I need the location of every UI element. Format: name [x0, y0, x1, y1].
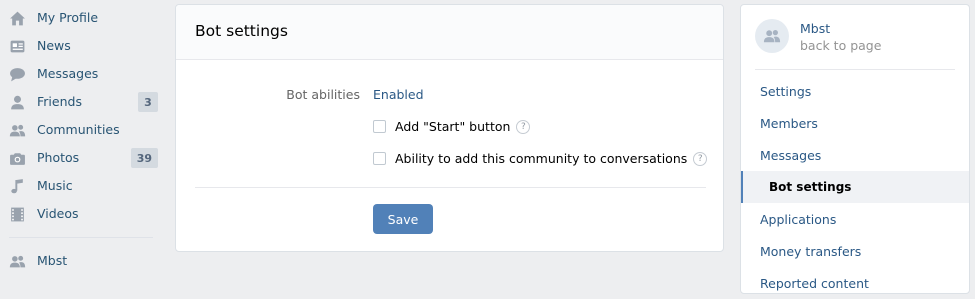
menu-item-bot-settings[interactable]: Bot settings [741, 171, 969, 203]
back-to-page-link[interactable]: back to page [800, 38, 881, 53]
menu-item-label: Messages [760, 147, 822, 163]
panel-header: Bot settings [176, 5, 723, 60]
camera-icon [9, 150, 26, 167]
nav-item-communities[interactable]: Communities [0, 116, 160, 144]
nav-item-music[interactable]: Music [0, 172, 160, 200]
start-button-checkbox[interactable] [373, 120, 386, 133]
nav-item-photos[interactable]: Photos 39 [0, 144, 160, 172]
nav-label: Communities [37, 122, 120, 137]
save-button[interactable]: Save [373, 204, 433, 234]
nav-label: Friends [37, 94, 82, 109]
home-icon [9, 10, 26, 27]
community-name-link[interactable]: Mbst [800, 21, 830, 36]
communities-icon [763, 30, 781, 43]
messages-icon [9, 66, 26, 83]
community-settings-menu: Mbst back to page Settings Members Messa… [740, 4, 970, 294]
divider [195, 187, 706, 188]
conversations-label[interactable]: Ability to add this community to convers… [395, 151, 687, 166]
avatar[interactable] [755, 19, 789, 53]
nav-label: My Profile [37, 10, 99, 25]
nav-label: Music [37, 178, 73, 193]
menu-item-money-transfers[interactable]: Money transfers [741, 235, 969, 267]
nav-label: Videos [37, 206, 79, 221]
menu-item-label: Settings [760, 83, 812, 99]
friend-icon [9, 94, 26, 111]
menu-item-label: Bot settings [769, 180, 852, 194]
menu-item-label: Applications [760, 211, 837, 227]
help-icon[interactable]: ? [516, 119, 531, 134]
menu-item-members[interactable]: Members [741, 107, 969, 139]
start-button-option[interactable]: Add "Start" button ? [373, 119, 531, 134]
bot-abilities-toggle-link[interactable]: Enabled [373, 87, 424, 102]
menu-item-label: Money transfers [760, 243, 862, 259]
help-icon[interactable]: ? [693, 151, 708, 166]
start-button-label[interactable]: Add "Start" button [395, 119, 510, 134]
nav-divider [9, 237, 153, 238]
conversations-checkbox[interactable] [373, 152, 386, 165]
menu-item-label: Members [760, 115, 818, 131]
nav-item-group-mbst[interactable]: Mbst [0, 247, 160, 275]
news-icon [9, 38, 26, 55]
nav-label: Photos [37, 150, 80, 165]
left-navigation: My Profile News Messages Friends 3 Commu… [0, 0, 165, 288]
music-note-icon [9, 178, 26, 195]
bot-settings-panel: Bot settings Bot abilities Enabled Add "… [175, 4, 724, 252]
nav-item-my-profile[interactable]: My Profile [0, 4, 160, 32]
nav-label: Mbst [37, 253, 68, 268]
nav-label: Messages [37, 66, 99, 81]
bot-abilities-label: Bot abilities [286, 87, 360, 102]
nav-item-friends[interactable]: Friends 3 [0, 88, 160, 116]
friends-count-badge: 3 [138, 92, 158, 112]
film-icon [9, 206, 26, 223]
communities-icon [9, 122, 26, 139]
nav-label: News [37, 38, 71, 53]
menu-item-reported-content[interactable]: Reported content [741, 267, 969, 299]
nav-item-news[interactable]: News [0, 32, 160, 60]
menu-item-messages[interactable]: Messages [741, 139, 969, 171]
menu-item-applications[interactable]: Applications [741, 203, 969, 235]
page-title: Bot settings [195, 22, 288, 40]
communities-icon [9, 253, 26, 270]
menu-item-settings[interactable]: Settings [741, 75, 969, 107]
conversations-option[interactable]: Ability to add this community to convers… [373, 151, 708, 166]
photos-count-badge: 39 [130, 148, 158, 168]
nav-item-videos[interactable]: Videos [0, 200, 160, 228]
nav-item-messages[interactable]: Messages [0, 60, 160, 88]
divider [755, 69, 955, 70]
menu-item-label: Reported content [760, 275, 869, 291]
